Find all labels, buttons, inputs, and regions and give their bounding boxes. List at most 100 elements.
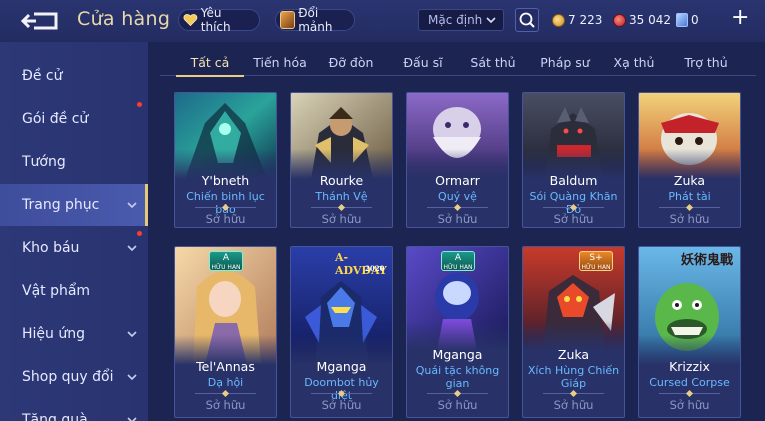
heart-icon	[183, 14, 198, 27]
skin-name: Cursed Corpse	[649, 376, 730, 389]
card-divider	[659, 393, 720, 394]
badge-rank: S+	[589, 253, 603, 263]
card-divider	[659, 207, 720, 208]
owned-status: Sở hữu	[321, 398, 362, 412]
owned-status: Sở hữu	[553, 212, 594, 226]
hero-name: Mganga	[432, 347, 483, 362]
sidebar-item-label: Đề cử	[22, 68, 63, 84]
tab-evolution[interactable]: Tiến hóa	[248, 50, 312, 76]
chevron-down-icon	[127, 202, 137, 209]
gold-balance: 7 223	[552, 10, 602, 30]
skin-name: Phát tài	[668, 190, 711, 203]
sidebar-item-recommended-bundles[interactable]: Gói đề cử	[0, 98, 148, 140]
limited-badge: A HỮU HẠN	[209, 251, 243, 271]
skin-name: Quý vệ	[438, 190, 477, 203]
shard-exchange-button[interactable]: Đổi mảnh	[275, 6, 355, 34]
card-divider	[195, 207, 256, 208]
ruby-amount: 35 042	[629, 13, 671, 27]
card-divider	[543, 393, 604, 394]
tab-fighter[interactable]: Đấu sĩ	[396, 50, 450, 76]
search-icon	[519, 12, 535, 28]
owned-status: Sở hữu	[669, 212, 710, 226]
sidebar-item-effects[interactable]: Hiệu ứng	[0, 313, 148, 355]
category-tabs: Tất cả Tiến hóa Đỡ đòn Đấu sĩ Sát thủ Ph…	[160, 50, 756, 77]
skin-card[interactable]: Ormarr Quý vệ Sở hữu	[406, 92, 509, 228]
sidebar-item-gifts[interactable]: Tặng quà	[0, 399, 148, 421]
art-calligraphy: 妖術鬼戰	[681, 253, 734, 268]
tab-all[interactable]: Tất cả	[176, 50, 244, 77]
top-bar: Cửa hàng Yêu thích Đổi mảnh Mặc định 7 2…	[0, 0, 765, 42]
skin-name: Thánh Vệ	[315, 190, 368, 203]
owned-status: Sở hữu	[669, 398, 710, 412]
badge-label: HỮU HẠN	[581, 264, 611, 271]
card-divider	[311, 393, 372, 394]
chevron-down-icon	[486, 17, 496, 24]
sidebar-item-recommended[interactable]: Đề cử	[0, 55, 148, 97]
page-title: Cửa hàng	[77, 8, 171, 30]
shard-exchange-label: Đổi mảnh	[298, 6, 333, 34]
skin-name: Dạ hội	[207, 376, 244, 389]
card-divider	[311, 207, 372, 208]
hero-name: Mganga	[316, 359, 367, 374]
sidebar-item-label: Kho báu	[22, 240, 80, 256]
tab-support[interactable]: Trợ thủ	[676, 50, 736, 76]
sidebar-item-treasure[interactable]: Kho báu	[0, 227, 148, 269]
sidebar-item-label: Tặng quà	[22, 412, 88, 421]
sidebar-item-heroes[interactable]: Tướng	[0, 141, 148, 183]
skin-card[interactable]: Zuka Phát tài Sở hữu	[638, 92, 741, 228]
badge-rank: A	[222, 253, 230, 263]
top-up-button[interactable]: +	[731, 7, 749, 29]
badge-label: HỮU HẠN	[211, 264, 241, 271]
voucher-icon	[676, 13, 688, 27]
favorites-button[interactable]: Yêu thích	[178, 6, 260, 34]
skin-card[interactable]: A-ADVDAY 2020 Mganga Doombot hủy diệt Sở…	[290, 246, 393, 418]
skin-name: Quái tặc không gian	[415, 364, 500, 390]
card-divider	[543, 207, 604, 208]
owned-status: Sở hữu	[205, 398, 246, 412]
skin-card[interactable]: 妖術鬼戰 Krizzix Cursed Corpse Sở hữu	[638, 246, 741, 418]
voucher-amount: 0	[691, 13, 699, 27]
chevron-down-icon	[127, 417, 137, 421]
hero-name: Y'bneth	[201, 173, 250, 188]
sidebar-item-skins[interactable]: Trang phục	[0, 184, 148, 226]
event-art-year: 2020	[365, 264, 385, 273]
sidebar-item-label: Tướng	[22, 154, 66, 170]
owned-status: Sở hữu	[553, 398, 594, 412]
chevron-down-icon	[127, 331, 137, 338]
hero-name: Zuka	[557, 347, 590, 362]
owned-status: Sở hữu	[205, 212, 246, 226]
tab-tank[interactable]: Đỡ đòn	[320, 50, 382, 76]
tab-mage[interactable]: Pháp sư	[533, 50, 597, 76]
sidebar-item-label: Shop quy đổi	[22, 369, 114, 385]
back-arrow-icon[interactable]	[20, 10, 60, 32]
hero-name: Krizzix	[669, 359, 710, 374]
sort-dropdown[interactable]: Mặc định	[418, 9, 504, 31]
sidebar-item-items[interactable]: Vật phẩm	[0, 270, 148, 312]
skin-card[interactable]: Y'bneth Chiến binh lục bảo Sở hữu	[174, 92, 277, 228]
skin-card[interactable]: Baldum Sói Quàng Khăn Đỏ Sở hữu	[522, 92, 625, 228]
skin-card[interactable]: A HỮU HẠN Tel'Annas Dạ hội Sở hữu	[174, 246, 277, 418]
favorites-label: Yêu thích	[200, 6, 231, 34]
voucher-balance: 0	[676, 10, 699, 30]
sort-value: Mặc định	[428, 13, 483, 27]
owned-status: Sở hữu	[437, 212, 478, 226]
card-divider	[195, 393, 256, 394]
sidebar-item-exchange-shop[interactable]: Shop quy đổi	[0, 356, 148, 398]
gold-coin-icon	[552, 13, 565, 27]
shard-icon	[280, 11, 296, 29]
tab-marksman[interactable]: Xạ thủ	[606, 50, 662, 76]
sidebar-item-label: Gói đề cử	[22, 111, 89, 127]
skin-name: Xích Hùng Chiến Giáp	[527, 364, 620, 390]
tab-assassin[interactable]: Sát thủ	[463, 50, 523, 76]
owned-status: Sở hữu	[437, 398, 478, 412]
skin-card[interactable]: Rourke Thánh Vệ Sở hữu	[290, 92, 393, 228]
limited-badge: S+ HỮU HẠN	[579, 251, 613, 271]
hero-name: Tel'Annas	[196, 359, 255, 374]
search-button[interactable]	[515, 8, 539, 32]
sidebar: Đề cử Gói đề cử Tướng Trang phục Kho báu…	[0, 42, 148, 421]
skin-card[interactable]: S+ HỮU HẠN Zuka Xích Hùng Chiến Giáp Sở …	[522, 246, 625, 418]
card-divider	[427, 207, 488, 208]
hero-name: Ormarr	[435, 173, 480, 188]
skin-card[interactable]: A HỮU HẠN Mganga Quái tặc không gian Sở …	[406, 246, 509, 418]
sidebar-item-label: Vật phẩm	[22, 283, 91, 299]
